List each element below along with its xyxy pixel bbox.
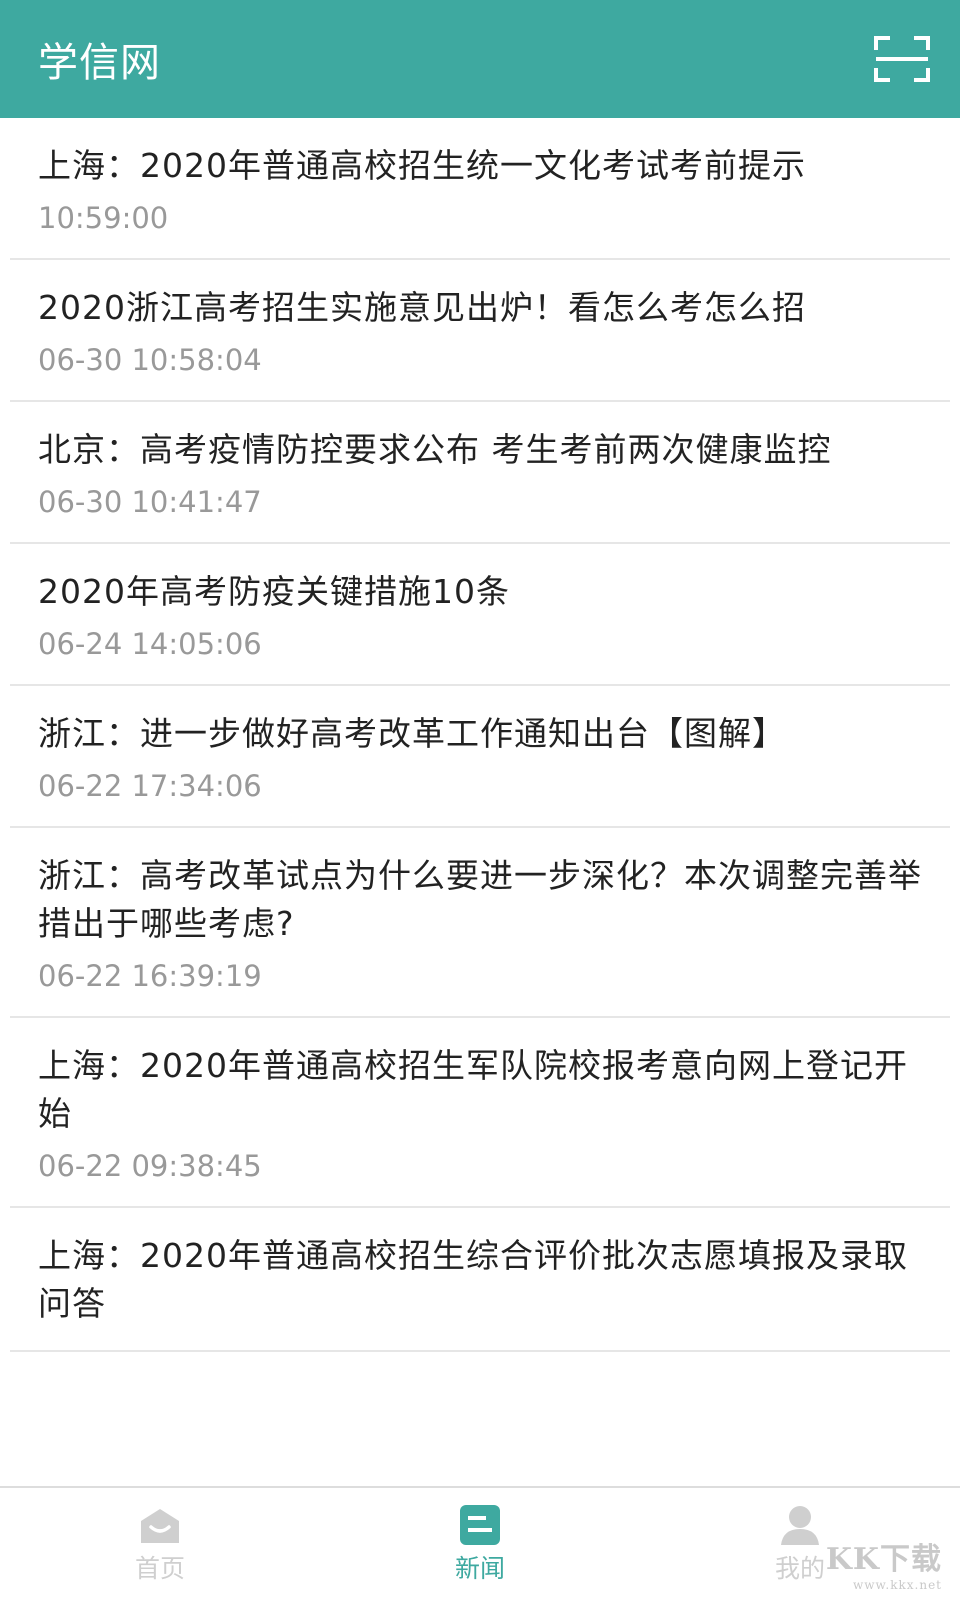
news-time: 06-30 10:58:04 [38,343,262,377]
news-title: 北京：高考疫情防控要求公布 考生考前两次健康监控 [38,430,832,469]
home-icon [141,1509,179,1543]
news-time: 06-30 10:41:47 [38,485,262,519]
news-title: 2020浙江高考招生实施意见出炉！看怎么考怎么招 [38,288,806,327]
news-title: 浙江：高考改革试点为什么要进一步深化？本次调整完善举措出于哪些考虑? [38,856,922,943]
news-icon [460,1505,500,1545]
news-item[interactable]: 上海：2020年普通高校招生统一文化考试考前提示 10:59:00 [10,118,950,260]
watermark-main: KK下载 [825,1542,942,1577]
news-title: 上海：2020年普通高校招生统一文化考试考前提示 [38,146,806,185]
top-app-bar: 学信网 [0,0,960,118]
profile-icon [781,1506,819,1545]
news-time: 06-24 14:05:06 [38,627,262,661]
news-item[interactable]: 上海：2020年普通高校招生综合评价批次志愿填报及录取问答 [10,1208,950,1352]
news-title: 上海：2020年普通高校招生军队院校报考意向网上登记开始 [38,1046,908,1133]
tab-profile-label: 我的 [774,1554,825,1583]
news-title: 2020年高考防疫关键措施10条 [38,572,510,611]
tab-home-label: 首页 [134,1554,185,1583]
bottom-navigation: 首页 新闻 我的 [0,1486,960,1600]
news-item[interactable]: 2020浙江高考招生实施意见出炉！看怎么考怎么招 06-30 10:58:04 [10,260,950,402]
app-title: 学信网 [38,40,161,86]
tab-news-label: 新闻 [454,1554,505,1583]
scan-button[interactable] [874,36,930,82]
watermark-url: www.kkx.net [853,1578,942,1592]
news-title: 上海：2020年普通高校招生综合评价批次志愿填报及录取问答 [38,1236,908,1323]
news-item[interactable]: 浙江：高考改革试点为什么要进一步深化？本次调整完善举措出于哪些考虑? 06-22… [10,828,950,1018]
news-item[interactable]: 北京：高考疫情防控要求公布 考生考前两次健康监控 06-30 10:41:47 [10,402,950,544]
tab-news[interactable]: 新闻 [380,1503,580,1585]
news-item[interactable]: 2020年高考防疫关键措施10条 06-24 14:05:06 [10,544,950,686]
news-item[interactable]: 浙江：进一步做好高考改革工作通知出台【图解】 06-22 17:34:06 [10,686,950,828]
news-item[interactable]: 上海：2020年普通高校招生军队院校报考意向网上登记开始 06-22 09:38… [10,1018,950,1208]
watermark: KK下载 www.kkx.net [826,1534,942,1592]
news-time: 06-22 09:38:45 [38,1149,262,1183]
news-list: 上海：2020年普通高校招生统一文化考试考前提示 10:59:00 2020浙江… [0,118,960,1486]
news-time: 06-22 17:34:06 [38,769,262,803]
news-title: 浙江：进一步做好高考改革工作通知出台【图解】 [38,714,786,753]
news-time: 10:59:00 [38,201,169,235]
news-time: 06-22 16:39:19 [38,959,262,993]
scan-icon [874,36,930,82]
tab-home[interactable]: 首页 [60,1503,260,1585]
